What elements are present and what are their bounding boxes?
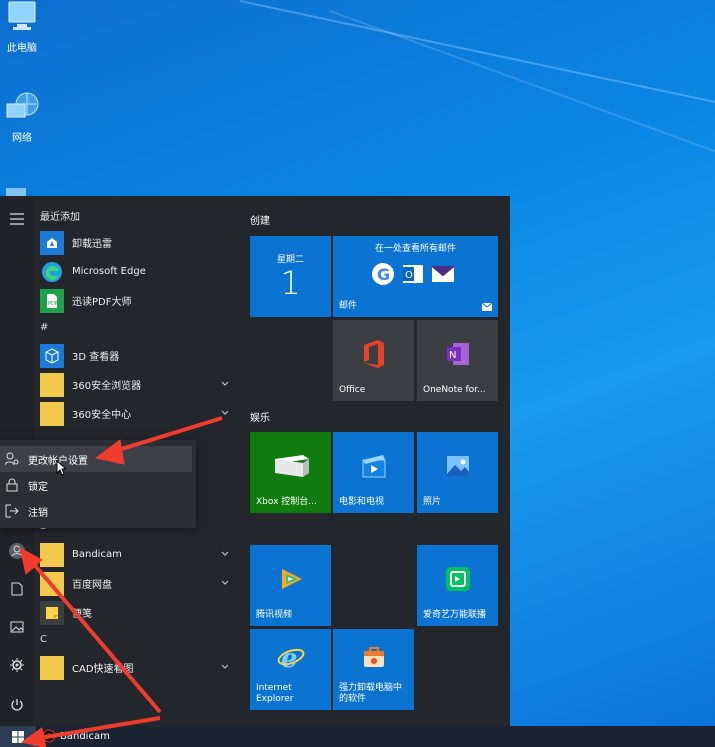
annotation-arrow-avatar [30, 560, 162, 714]
annotation-arrows [19, 416, 223, 747]
annotation-arrow-settings [111, 416, 223, 454]
annotation-arrowhead [94, 439, 125, 465]
annotation-arrowhead [20, 727, 47, 747]
annotation-arrow-start [39, 716, 161, 740]
